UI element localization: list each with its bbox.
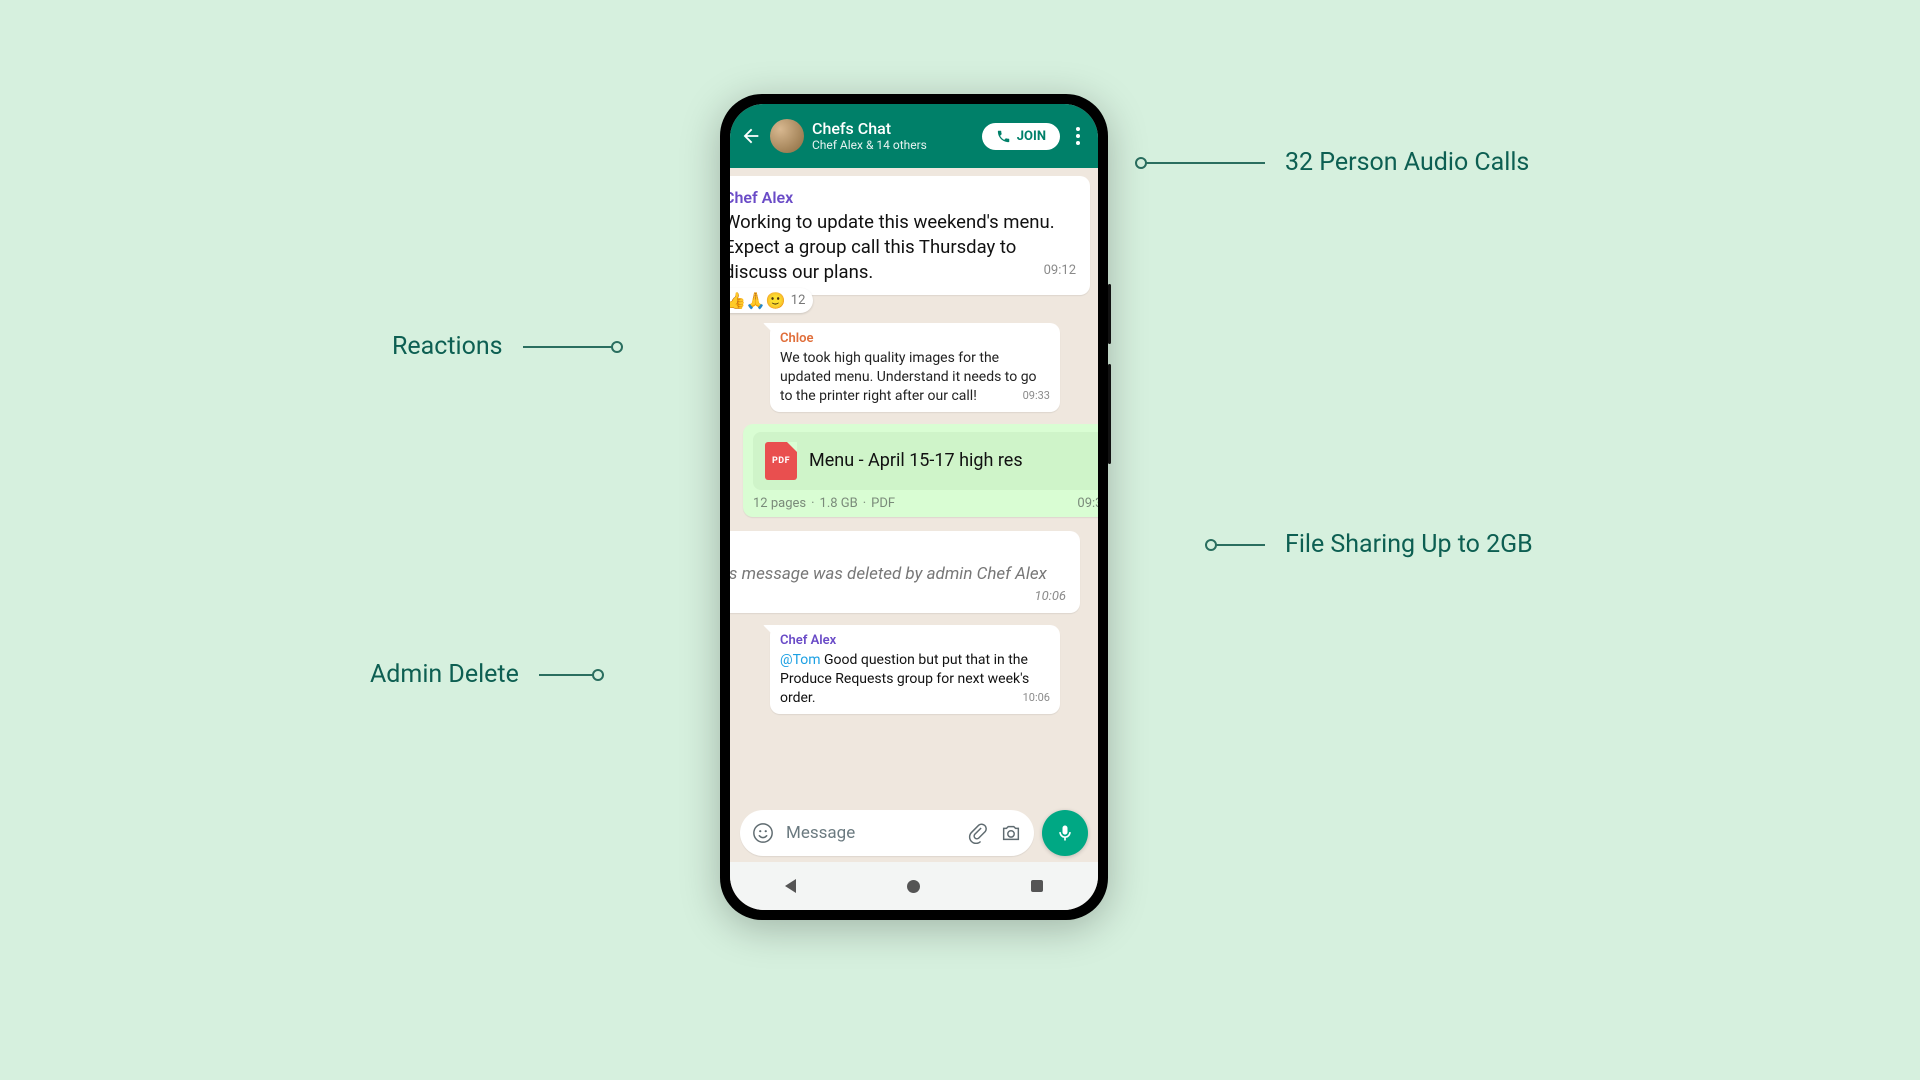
file-size: 1.8 GB bbox=[820, 496, 858, 511]
chat-subtitle: Chef Alex & 14 others bbox=[812, 138, 974, 152]
sender-name: Chef Alex bbox=[780, 633, 1050, 648]
more-menu-icon[interactable] bbox=[1068, 126, 1088, 146]
message-bubble-outgoing[interactable]: PDF Menu - April 15-17 high res 12 pages… bbox=[743, 424, 1098, 517]
camera-icon[interactable] bbox=[1000, 822, 1022, 844]
callout-text: 32 Person Audio Calls bbox=[1285, 148, 1529, 177]
callout-reactions: Reactions bbox=[392, 332, 613, 361]
callout-file-sharing: File Sharing Up to 2GB bbox=[1215, 530, 1533, 559]
nav-back-icon[interactable] bbox=[785, 879, 796, 893]
message-text: Working to update this weekend's menu. E… bbox=[730, 211, 1055, 283]
file-type: PDF bbox=[871, 496, 895, 511]
deleted-text: This message was deleted by admin Chef A… bbox=[730, 564, 1047, 584]
sender-name: Chloe bbox=[780, 331, 1050, 346]
callout-line bbox=[539, 674, 594, 676]
join-call-button[interactable]: JOIN bbox=[982, 123, 1060, 150]
callout-audio-calls: 32 Person Audio Calls bbox=[1145, 148, 1529, 177]
message-bubble-deleted[interactable]: Tom This message was deleted by admin Ch… bbox=[730, 531, 1080, 613]
file-attachment[interactable]: PDF Menu - April 15-17 high res bbox=[753, 432, 1098, 490]
message-bubble[interactable]: Chloe We took high quality images for th… bbox=[770, 323, 1060, 412]
sender-name: Chef Alex bbox=[730, 188, 1076, 207]
callout-line bbox=[523, 346, 613, 348]
phone-frame: Chefs Chat Chef Alex & 14 others JOIN Ch… bbox=[720, 94, 1108, 920]
back-arrow-icon[interactable] bbox=[740, 125, 762, 147]
message-time: 09:33 bbox=[1023, 389, 1050, 404]
message-bubble[interactable]: Chef Alex Working to update this weekend… bbox=[730, 176, 1090, 295]
message-time: 10:06 bbox=[1035, 588, 1066, 606]
message-time: 09:34 bbox=[1077, 496, 1098, 511]
chat-header: Chefs Chat Chef Alex & 14 others JOIN bbox=[730, 104, 1098, 168]
chat-title: Chefs Chat bbox=[812, 120, 974, 138]
message-input[interactable]: Message bbox=[740, 810, 1034, 856]
mic-button[interactable] bbox=[1042, 810, 1088, 856]
phone-side-button bbox=[1108, 364, 1111, 464]
message-input-row: Message bbox=[740, 810, 1088, 856]
mention[interactable]: @Tom bbox=[780, 652, 821, 668]
callout-text: Admin Delete bbox=[370, 660, 519, 689]
chat-body: Chef Alex Working to update this weekend… bbox=[730, 168, 1098, 810]
phone-side-button bbox=[1108, 284, 1111, 344]
message-text: We took high quality images for the upda… bbox=[780, 350, 1037, 404]
avatar[interactable] bbox=[770, 119, 804, 153]
callout-line bbox=[1145, 162, 1265, 164]
callout-admin-delete: Admin Delete bbox=[370, 660, 594, 689]
nav-home-icon[interactable] bbox=[907, 880, 920, 893]
message-bubble[interactable]: Chef Alex @Tom Good question but put tha… bbox=[770, 625, 1060, 714]
pdf-icon: PDF bbox=[765, 442, 797, 480]
phone-screen: Chefs Chat Chef Alex & 14 others JOIN Ch… bbox=[730, 104, 1098, 910]
reaction-emojis: 👍🙏🙂 bbox=[730, 291, 786, 310]
android-navbar bbox=[730, 862, 1098, 910]
callout-line bbox=[1215, 544, 1265, 546]
mic-icon bbox=[1055, 823, 1075, 843]
message-time: 10:06 bbox=[1023, 691, 1050, 706]
nav-recents-icon[interactable] bbox=[1031, 880, 1043, 892]
message-time: 09:12 bbox=[1044, 262, 1076, 280]
input-placeholder: Message bbox=[786, 823, 954, 843]
attach-icon[interactable] bbox=[966, 822, 988, 844]
phone-icon bbox=[996, 129, 1011, 144]
emoji-icon[interactable] bbox=[752, 822, 774, 844]
join-label: JOIN bbox=[1017, 129, 1046, 144]
sender-name: Tom bbox=[730, 541, 1066, 559]
callout-text: Reactions bbox=[392, 332, 503, 361]
file-name: Menu - April 15-17 high res bbox=[809, 450, 1023, 471]
file-pages: 12 pages bbox=[753, 496, 806, 511]
callout-text: File Sharing Up to 2GB bbox=[1285, 530, 1533, 559]
reactions-chip[interactable]: 👍🙏🙂 12 bbox=[730, 288, 813, 313]
chat-title-block[interactable]: Chefs Chat Chef Alex & 14 others bbox=[812, 120, 974, 152]
reaction-count: 12 bbox=[791, 293, 806, 308]
